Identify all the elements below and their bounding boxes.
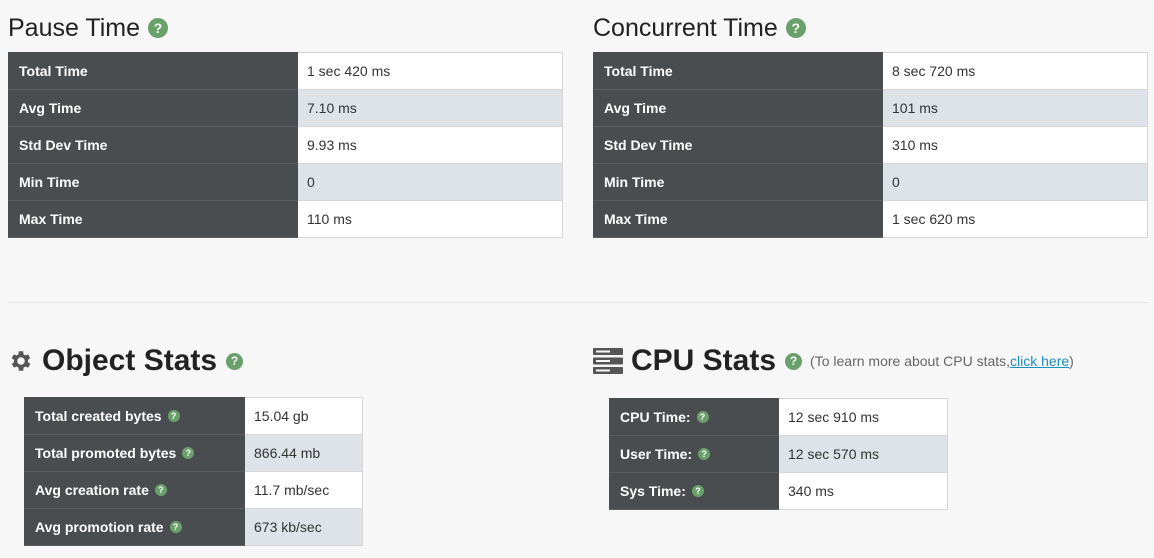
cpu-stats-table: CPU Time:? 12 sec 910 ms User Time:? 12 se… <box>609 398 948 510</box>
server-icon <box>593 348 623 374</box>
row-value: 101 ms <box>882 89 1148 127</box>
row-label: Avg promotion rate? <box>24 508 245 546</box>
table-row: Sys Time:? 340 ms <box>609 472 948 510</box>
help-icon[interactable]: ? <box>182 447 195 459</box>
row-label: CPU Time:? <box>609 398 779 436</box>
cpu-stats-section: CPU Stats ? (To learn more about CPU sta… <box>593 343 1074 379</box>
cpu-stats-note: (To learn more about CPU stats, click he… <box>810 343 1074 379</box>
row-label: Std Dev Time <box>8 126 298 164</box>
table-row: User Time:? 12 sec 570 ms <box>609 435 948 473</box>
row-value: 9.93 ms <box>297 126 563 164</box>
table-row: Total promoted bytes? 866.44 mb <box>24 434 363 472</box>
row-label: Std Dev Time <box>593 126 883 164</box>
row-value: 11.7 mb/sec <box>244 471 363 509</box>
row-label: Total promoted bytes? <box>24 434 245 472</box>
help-icon[interactable]: ? <box>696 411 709 423</box>
help-icon[interactable]: ? <box>169 521 182 533</box>
row-label: Min Time <box>593 163 883 201</box>
help-icon[interactable]: ? <box>167 410 180 422</box>
table-row: Avg promotion rate? 673 kb/sec <box>24 508 363 546</box>
row-value: 8 sec 720 ms <box>882 52 1148 90</box>
row-label: Sys Time:? <box>609 472 779 510</box>
help-icon[interactable]: ? <box>226 352 244 370</box>
row-label: Max Time <box>8 200 298 238</box>
row-label: Avg Time <box>593 89 883 127</box>
cpu-stats-title: CPU Stats ? (To learn more about CPU sta… <box>593 343 1074 379</box>
help-icon[interactable]: ? <box>154 484 167 496</box>
help-icon[interactable]: ? <box>148 18 169 38</box>
table-row: Std Dev Time 9.93 ms <box>8 126 563 164</box>
row-value: 0 <box>297 163 563 201</box>
row-value: 7.10 ms <box>297 89 563 127</box>
row-value: 866.44 mb <box>244 434 363 472</box>
cpu-stats-title-text: CPU Stats <box>631 344 777 377</box>
object-stats-section: Object Stats ? <box>8 343 244 379</box>
help-icon[interactable]: ? <box>691 485 704 497</box>
table-row: Max Time 1 sec 620 ms <box>593 200 1148 238</box>
table-row: CPU Time:? 12 sec 910 ms <box>609 398 948 436</box>
table-row: Total Time 8 sec 720 ms <box>593 52 1148 90</box>
concurrent-time-title: Concurrent Time ? <box>593 13 806 43</box>
row-label: User Time:? <box>609 435 779 473</box>
table-row: Total created bytes? 15.04 gb <box>24 397 363 435</box>
table-row: Avg Time 101 ms <box>593 89 1148 127</box>
pause-time-section: Pause Time ? <box>8 13 169 43</box>
pause-time-title: Pause Time ? <box>8 13 169 43</box>
help-icon[interactable]: ? <box>785 18 806 38</box>
object-stats-title-text: Object Stats <box>42 344 218 377</box>
table-row: Std Dev Time 310 ms <box>593 126 1148 164</box>
help-icon[interactable]: ? <box>785 352 803 370</box>
row-value: 12 sec 570 ms <box>778 435 948 473</box>
table-row: Max Time 110 ms <box>8 200 563 238</box>
row-label: Total Time <box>593 52 883 90</box>
object-stats-title: Object Stats ? <box>8 343 244 379</box>
row-label: Total created bytes? <box>24 397 245 435</box>
concurrent-time-title-text: Concurrent Time <box>593 14 778 42</box>
row-label: Min Time <box>8 163 298 201</box>
row-label: Avg Time <box>8 89 298 127</box>
row-label: Max Time <box>593 200 883 238</box>
row-value: 0 <box>882 163 1148 201</box>
table-row: Total Time 1 sec 420 ms <box>8 52 563 90</box>
row-value: 15.04 gb <box>244 397 363 435</box>
table-row: Min Time 0 <box>593 163 1148 201</box>
row-value: 1 sec 420 ms <box>297 52 563 90</box>
row-label: Total Time <box>8 52 298 90</box>
row-value: 673 kb/sec <box>244 508 363 546</box>
row-value: 1 sec 620 ms <box>882 200 1148 238</box>
concurrent-time-section: Concurrent Time ? <box>593 13 806 43</box>
table-row: Min Time 0 <box>8 163 563 201</box>
concurrent-time-table: Total Time 8 sec 720 ms Avg Time 101 ms St… <box>593 52 1148 238</box>
gear-icon <box>11 351 31 371</box>
row-label: Avg creation rate? <box>24 471 245 509</box>
table-row: Avg creation rate? 11.7 mb/sec <box>24 471 363 509</box>
row-value: 12 sec 910 ms <box>778 398 948 436</box>
row-value: 340 ms <box>778 472 948 510</box>
help-icon[interactable]: ? <box>698 448 711 460</box>
section-divider <box>8 302 1148 303</box>
click-here-link[interactable]: click here <box>1010 343 1069 379</box>
object-stats-table: Total created bytes? 15.04 gb Total promo… <box>24 397 363 546</box>
row-value: 110 ms <box>297 200 563 238</box>
table-row: Avg Time 7.10 ms <box>8 89 563 127</box>
pause-time-table: Total Time 1 sec 420 ms Avg Time 7.10 ms S… <box>8 52 563 238</box>
pause-time-title-text: Pause Time <box>8 14 141 42</box>
row-value: 310 ms <box>882 126 1148 164</box>
